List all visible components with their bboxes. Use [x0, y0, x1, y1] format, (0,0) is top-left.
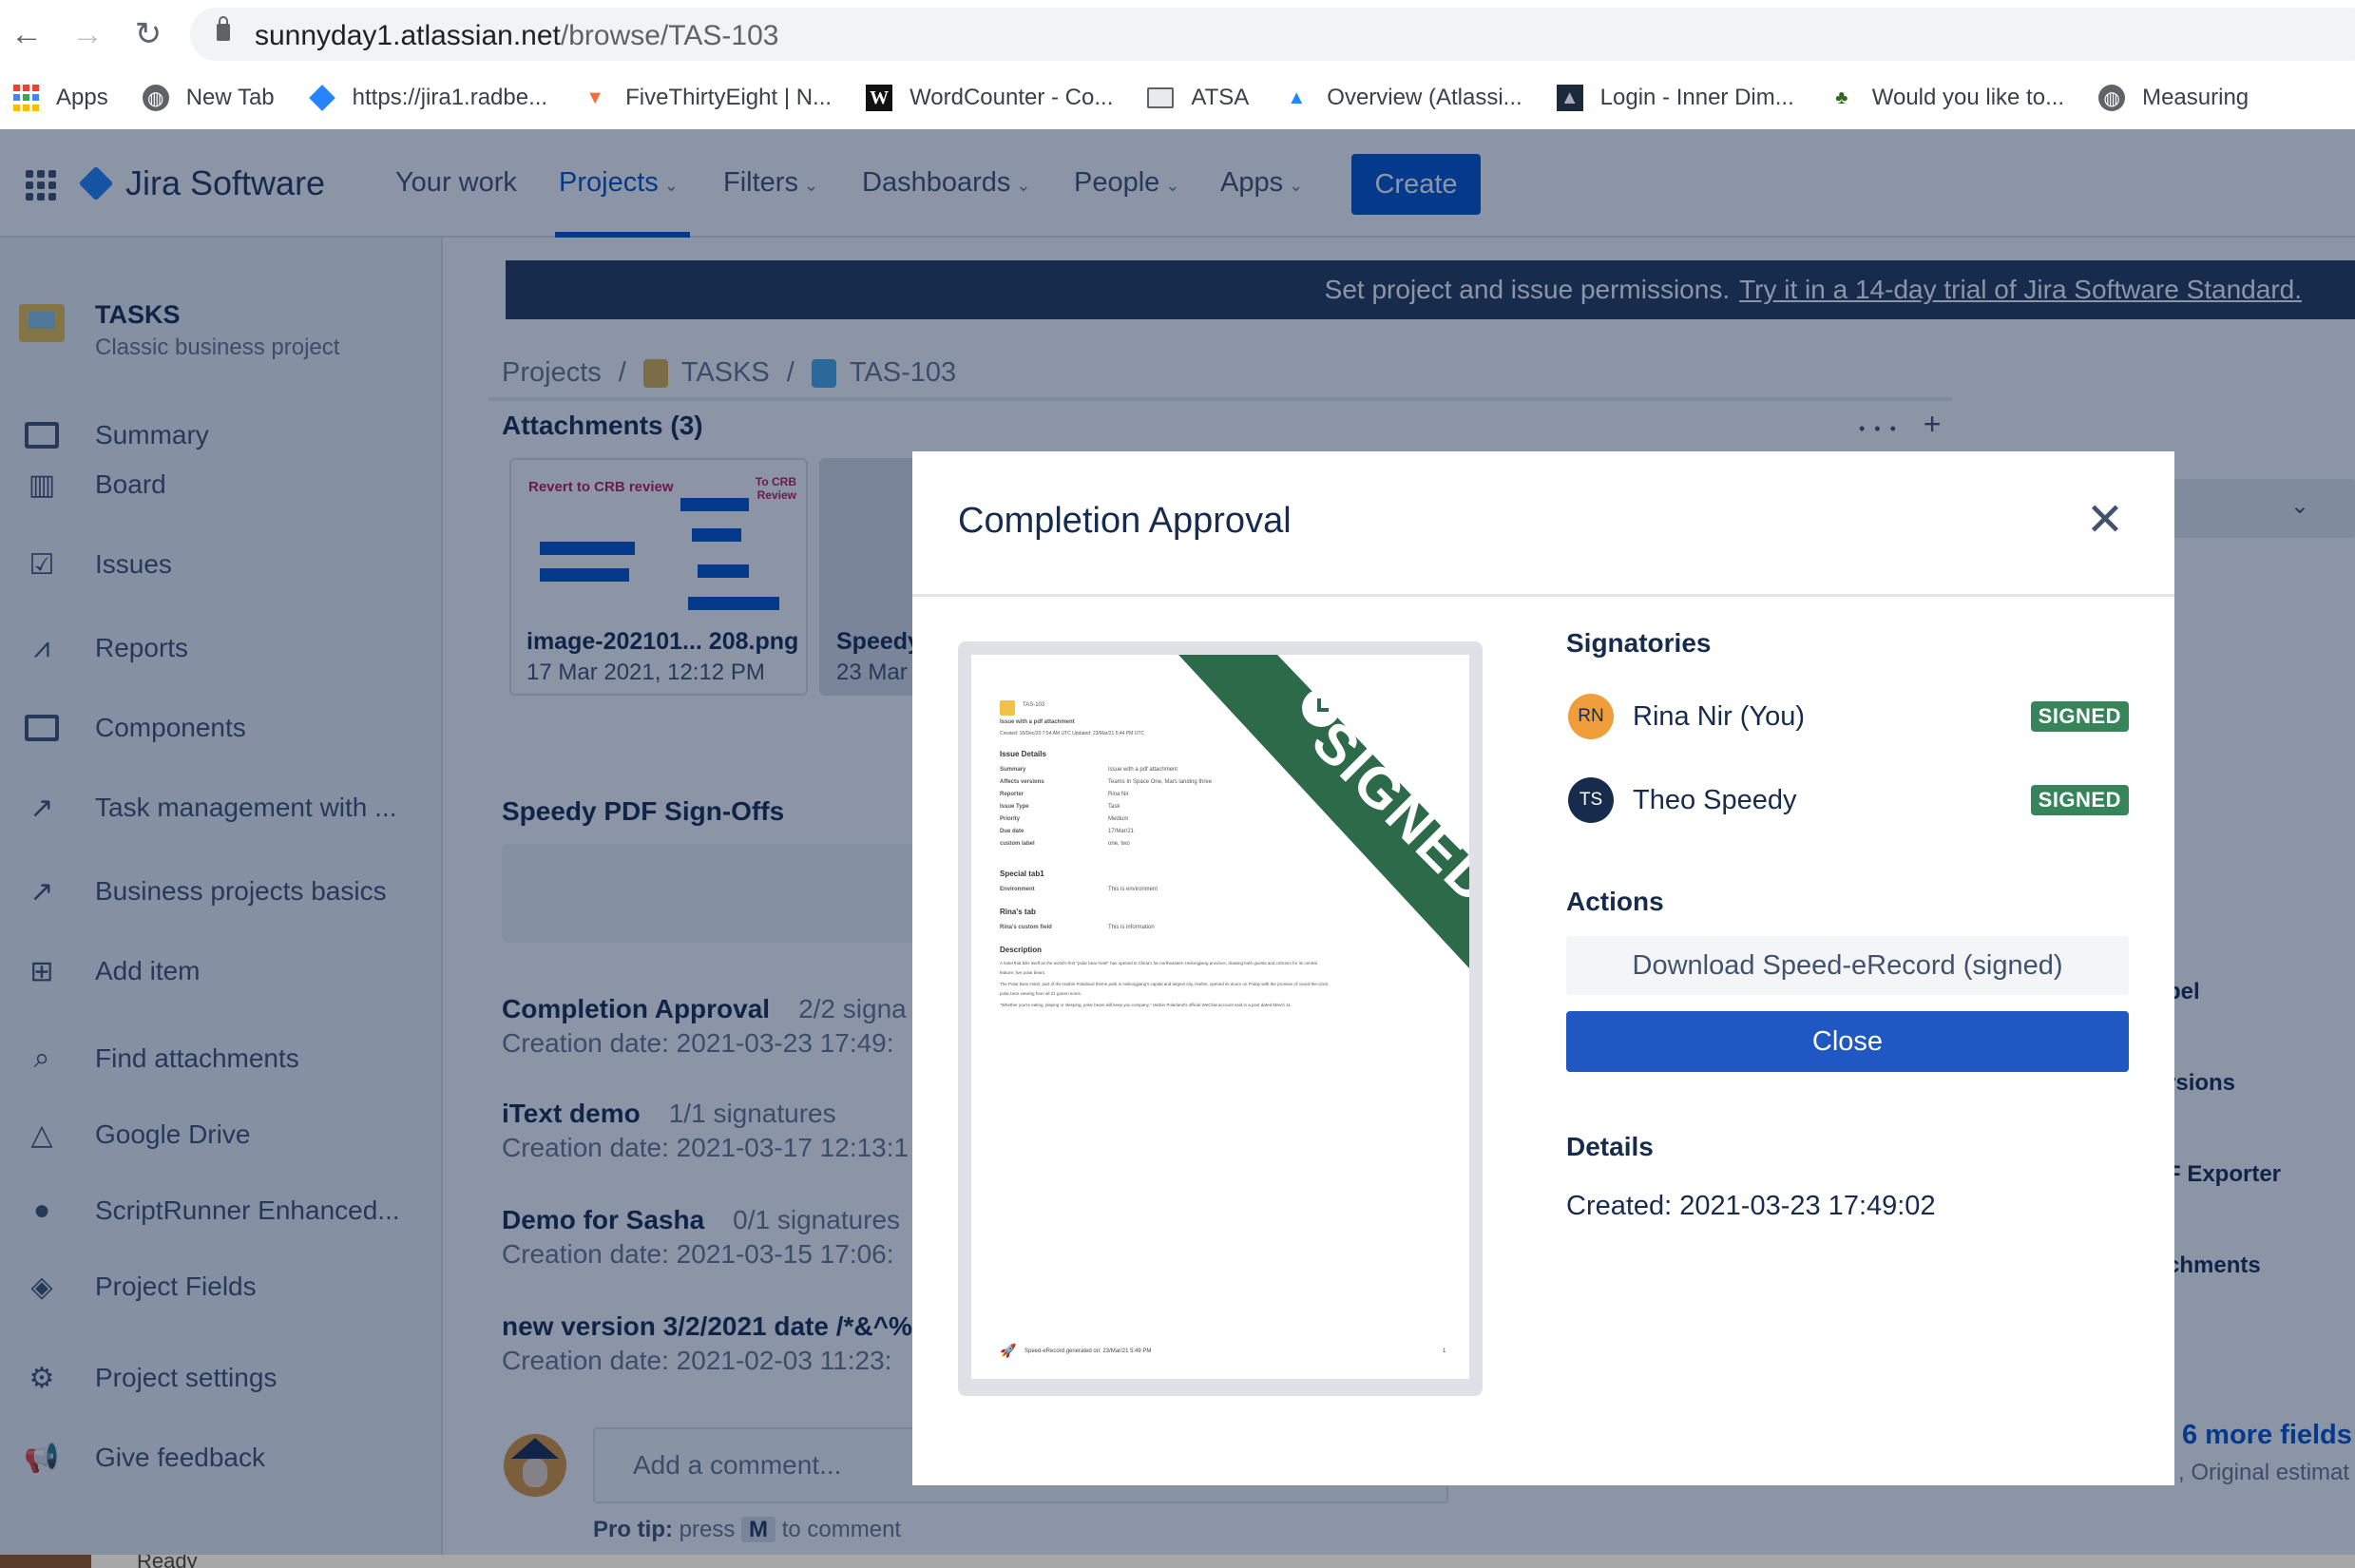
close-button[interactable]: Close [1566, 1011, 2129, 1072]
status-bar: Ready [0, 1555, 2355, 1568]
modal-title: Completion Approval [958, 501, 1292, 541]
url-text: sunnyday1.atlassian.net/browse/TAS-103 [255, 20, 779, 51]
bookmark-jira1[interactable]: https://jira1.radbe... [308, 85, 547, 111]
bookmark-new-tab[interactable]: ◍ New Tab [142, 85, 275, 111]
status-badge: SIGNED [2030, 785, 2129, 815]
actions-title: Actions [1566, 887, 1664, 916]
bookmarks-bar: Apps ◍ New Tab https://jira1.radbe... ▼ … [0, 67, 2355, 129]
fivethirtyeight-icon: ▼ [585, 86, 604, 108]
leaf-icon: ♣ [1835, 86, 1848, 108]
rocket-icon: 🚀 [1000, 1343, 1017, 1358]
bookmark-overview[interactable]: ▲ Overview (Atlassi... [1283, 85, 1522, 111]
atlassian-icon: ▲ [1287, 86, 1307, 108]
signatories-title: Signatories [1566, 628, 1712, 658]
divider [912, 594, 2174, 597]
bookmark-fivethirtyeight[interactable]: ▼ FiveThirtyEight | N... [582, 85, 832, 111]
forward-arrow-icon[interactable]: → [68, 15, 106, 53]
back-arrow-icon[interactable]: ← [8, 15, 46, 53]
desktop-thumbnail [0, 1555, 91, 1568]
bookmark-would-you-like[interactable]: ♣ Would you like to... [1828, 85, 2064, 111]
avatar: TS [1568, 777, 1614, 823]
folder-icon [1147, 87, 1175, 108]
close-icon[interactable]: ✕ [2083, 498, 2127, 544]
signatory-name: Rina Nir (You) [1633, 700, 1806, 732]
signatory-row: TS Theo Speedy SIGNED [1568, 774, 2129, 826]
avatar: RN [1568, 694, 1614, 739]
details-title: Details [1566, 1132, 1654, 1161]
address-bar[interactable]: sunnyday1.atlassian.net/browse/TAS-103 [190, 8, 2355, 61]
jira-diamond-icon [308, 85, 335, 111]
globe-icon: ◍ [142, 85, 169, 111]
wordcounter-icon: W [866, 85, 893, 111]
completion-approval-modal: Completion Approval ✕ TAS-103 Issue with… [912, 451, 2174, 1485]
globe-icon: ◍ [2098, 85, 2126, 111]
signatory-row: RN Rina Nir (You) SIGNED [1568, 691, 2129, 742]
lock-icon [217, 16, 230, 41]
apps-grid-icon [13, 85, 39, 111]
bookmark-measuring[interactable]: ◍ Measuring [2098, 85, 2249, 111]
bookmark-apps[interactable]: Apps [13, 85, 108, 111]
browser-toolbar: ← → ↻ sunnyday1.atlassian.net/browse/TAS… [0, 0, 2355, 67]
pdf-page: TAS-103 Issue with a pdf attachment Crea… [971, 655, 1469, 1379]
signed-ribbon: SIGNED [971, 655, 1469, 1379]
pdf-preview[interactable]: TAS-103 Issue with a pdf attachment Crea… [958, 641, 1483, 1396]
bookmark-login[interactable]: ▲ Login - Inner Dim... [1556, 85, 1794, 111]
status-badge: SIGNED [2030, 701, 2129, 732]
bookmark-atsa[interactable]: ATSA [1147, 85, 1249, 111]
signatory-name: Theo Speedy [1633, 784, 1797, 815]
download-signed-button[interactable]: Download Speed-eRecord (signed) [1566, 936, 2129, 995]
created-timestamp: Created: 2021-03-23 17:49:02 [1566, 1191, 1936, 1221]
bookmark-wordcounter[interactable]: W WordCounter - Co... [866, 85, 1113, 111]
reload-icon[interactable]: ↻ [129, 15, 167, 53]
inner-dimension-icon: ▲ [1556, 85, 1583, 111]
